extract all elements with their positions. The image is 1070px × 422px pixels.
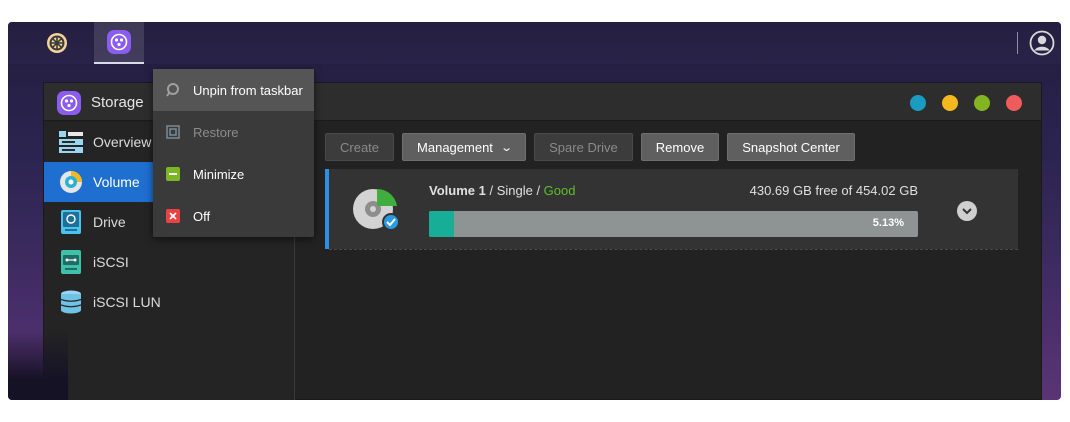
- toolbar: Create Management ⌄ Spare Drive Remove S…: [325, 133, 855, 161]
- main-content: Create Management ⌄ Spare Drive Remove S…: [296, 122, 1041, 399]
- info-button[interactable]: [910, 95, 926, 111]
- taskbar-context-menu: Unpin from taskbar Restore Minimize Off: [153, 69, 314, 237]
- usage-percent: 5.13%: [872, 217, 904, 229]
- volume-capacity: 430.69 GB free of 454.02 GB: [749, 183, 918, 198]
- menu-item-restore[interactable]: Restore: [153, 111, 314, 153]
- sidebar-item-label: iSCSI: [93, 254, 129, 270]
- user-account-icon[interactable]: [1029, 30, 1055, 56]
- menu-item-label: Restore: [193, 124, 239, 140]
- volume-status: Good: [543, 183, 576, 198]
- volume-raid-type: Single: [496, 183, 533, 198]
- iscsi-icon: [59, 250, 83, 274]
- menu-item-label: Minimize: [193, 166, 245, 182]
- sidebar-item-label: Drive: [93, 214, 126, 230]
- sidebar-item-label: Volume: [93, 174, 140, 190]
- menu-item-off[interactable]: Off: [153, 195, 314, 237]
- volume-icon: [59, 170, 83, 194]
- desktop: Storage Overview Volume Drive iSCSI iSCS…: [8, 22, 1061, 400]
- volume-disk-icon: [353, 188, 400, 231]
- volume-title: Volume 1: [429, 183, 486, 198]
- menu-item-label: Off: [193, 208, 211, 224]
- chevron-down-icon: [962, 207, 972, 214]
- sidebar-item-label: Overview: [93, 134, 152, 150]
- storage-manager-icon: [107, 30, 131, 54]
- minimize-button[interactable]: [942, 95, 958, 111]
- close-button[interactable]: [1006, 95, 1022, 111]
- sidebar-item-label: iSCSI LUN: [93, 294, 161, 310]
- overview-icon: [59, 130, 83, 154]
- close-icon: [166, 209, 180, 223]
- usage-bar-fill: [429, 211, 455, 237]
- control-panel-icon: [47, 33, 67, 53]
- storage-manager-icon: [57, 91, 81, 115]
- taskbar: [8, 22, 1061, 64]
- volume-card[interactable]: Volume 1 / Single / Good 430.69 GB free …: [325, 169, 1018, 250]
- taskbar-divider: [1017, 32, 1018, 54]
- volume-name: Volume 1 / Single / Good: [429, 183, 575, 198]
- sidebar-item-iscsi[interactable]: iSCSI: [44, 242, 294, 282]
- separator: /: [485, 183, 497, 198]
- sidebar-item-iscsi-lun[interactable]: iSCSI LUN: [44, 282, 294, 322]
- menu-item-label: Unpin from taskbar: [193, 82, 303, 98]
- taskbar-storage-button[interactable]: [94, 22, 144, 64]
- maximize-button[interactable]: [974, 95, 990, 111]
- window-controls: [910, 95, 1022, 111]
- separator: /: [532, 183, 544, 198]
- menu-item-unpin[interactable]: Unpin from taskbar: [153, 69, 314, 111]
- snapshot-center-button[interactable]: Snapshot Center: [727, 133, 855, 161]
- window-title: Storage: [91, 94, 144, 111]
- management-label: Management: [417, 139, 493, 155]
- restore-icon: [166, 125, 180, 139]
- minimize-icon: [166, 167, 180, 181]
- taskbar-control-panel-button[interactable]: [32, 22, 82, 64]
- expand-button[interactable]: [957, 201, 977, 221]
- chevron-down-icon: ⌄: [500, 141, 513, 154]
- remove-button[interactable]: Remove: [640, 133, 720, 161]
- create-button[interactable]: Create: [325, 133, 395, 161]
- spare-drive-button[interactable]: Spare Drive: [534, 133, 633, 161]
- drive-icon: [59, 210, 83, 234]
- management-dropdown[interactable]: Management ⌄: [402, 133, 527, 161]
- iscsi-lun-icon: [59, 290, 83, 314]
- menu-item-minimize[interactable]: Minimize: [153, 153, 314, 195]
- usage-bar: 5.13%: [429, 211, 918, 237]
- unpin-icon: [166, 83, 180, 97]
